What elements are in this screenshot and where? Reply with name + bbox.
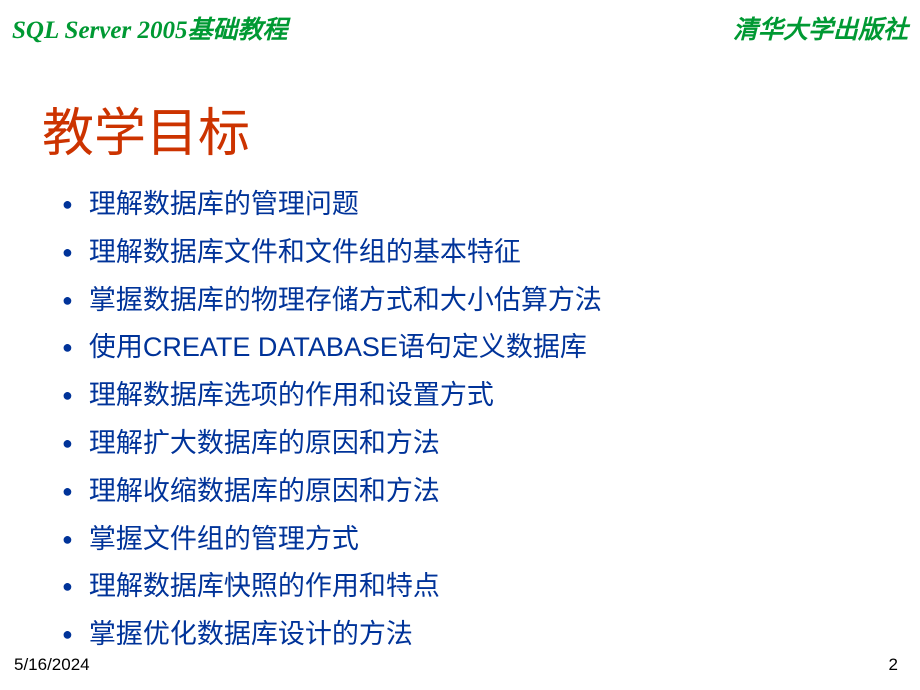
bullet-icon: ● bbox=[62, 576, 73, 597]
slide-footer: 5/16/2024 2 bbox=[0, 655, 920, 675]
list-item: ● 掌握优化数据库设计的方法 bbox=[62, 616, 920, 654]
item-text: 理解数据库文件和文件组的基本特征 bbox=[89, 234, 521, 272]
item-text: 掌握数据库的物理存储方式和大小估算方法 bbox=[89, 282, 602, 320]
bullet-icon: ● bbox=[62, 385, 73, 406]
list-item: ● 理解数据库快照的作用和特点 bbox=[62, 568, 920, 606]
book-title: SQL Server 2005基础教程 bbox=[12, 10, 287, 46]
item-text: 理解数据库的管理问题 bbox=[89, 186, 359, 224]
item-text: 理解扩大数据库的原因和方法 bbox=[89, 425, 440, 463]
list-item: ● 理解收缩数据库的原因和方法 bbox=[62, 473, 920, 511]
list-item: ● 掌握文件组的管理方式 bbox=[62, 521, 920, 559]
bullet-icon: ● bbox=[62, 481, 73, 502]
footer-page-number: 2 bbox=[889, 655, 898, 675]
item-text: 理解数据库选项的作用和设置方式 bbox=[89, 377, 494, 415]
bullet-icon: ● bbox=[62, 290, 73, 311]
bullet-icon: ● bbox=[62, 433, 73, 454]
item-text: 掌握优化数据库设计的方法 bbox=[89, 616, 413, 654]
list-item: ● 掌握数据库的物理存储方式和大小估算方法 bbox=[62, 282, 920, 320]
list-item: ● 理解数据库文件和文件组的基本特征 bbox=[62, 234, 920, 272]
slide-title: 教学目标 bbox=[0, 46, 920, 186]
bullet-icon: ● bbox=[62, 242, 73, 263]
item-text: 理解收缩数据库的原因和方法 bbox=[89, 473, 440, 511]
list-item: ● 理解数据库选项的作用和设置方式 bbox=[62, 377, 920, 415]
item-text: 理解数据库快照的作用和特点 bbox=[89, 568, 440, 606]
bullet-icon: ● bbox=[62, 624, 73, 645]
bullet-icon: ● bbox=[62, 529, 73, 550]
footer-date: 5/16/2024 bbox=[14, 655, 90, 675]
item-text: 掌握文件组的管理方式 bbox=[89, 521, 359, 559]
slide-header: SQL Server 2005基础教程 清华大学出版社 bbox=[0, 0, 920, 46]
list-item: ● 使用CREATE DATABASE语句定义数据库 bbox=[62, 329, 920, 367]
publisher-name: 清华大学出版社 bbox=[733, 10, 908, 46]
item-text: 使用CREATE DATABASE语句定义数据库 bbox=[89, 329, 587, 367]
bullet-icon: ● bbox=[62, 337, 73, 358]
list-item: ● 理解数据库的管理问题 bbox=[62, 186, 920, 224]
list-item: ● 理解扩大数据库的原因和方法 bbox=[62, 425, 920, 463]
bullet-icon: ● bbox=[62, 194, 73, 215]
bullet-list: ● 理解数据库的管理问题 ● 理解数据库文件和文件组的基本特征 ● 掌握数据库的… bbox=[0, 186, 920, 654]
